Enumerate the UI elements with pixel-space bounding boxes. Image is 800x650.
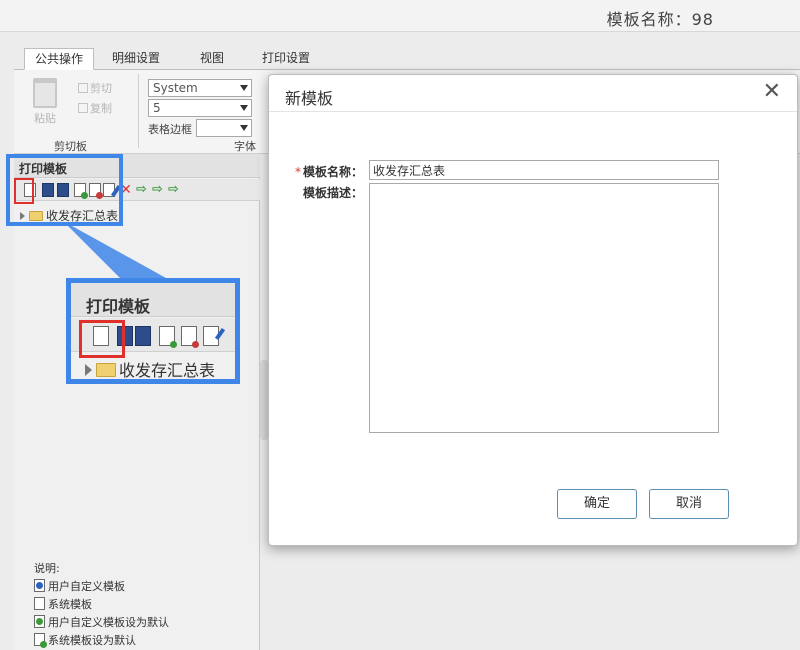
ribbon-tabs: 公共操作 明细设置 视图 打印设置 <box>14 48 800 70</box>
font-size-select[interactable]: 5 <box>148 99 252 117</box>
folder-icon <box>96 363 116 377</box>
edit-icon <box>203 326 219 346</box>
legend-item: 用户自定义模板 <box>34 578 169 596</box>
panel-splitter[interactable] <box>260 360 268 440</box>
legend-title: 说明: <box>34 562 60 575</box>
copy-template-icon[interactable]: ⇨ <box>168 183 180 197</box>
template-desc-label: 模板描述： <box>303 186 364 200</box>
import-icon[interactable]: ⇨ <box>136 183 148 197</box>
zoom-header: 打印模板 <box>71 283 235 317</box>
tab-print-settings[interactable]: 打印设置 <box>252 48 320 70</box>
zoom-title: 打印模板 <box>86 297 151 316</box>
copy-icon <box>78 103 88 113</box>
template-name-title: 模板名称：98 <box>606 10 714 29</box>
user-default-icon <box>34 615 45 628</box>
clipboard-group-label: 剪切板 <box>54 140 87 153</box>
cut-button[interactable]: 剪切 <box>78 80 112 96</box>
set-default-icon <box>159 326 177 348</box>
ribbon-divider <box>138 74 139 148</box>
new-template-dialog: 新模板 ✕ *模板名称： 模板描述： 确定 取消 <box>268 74 798 546</box>
template-name-input[interactable] <box>369 160 719 180</box>
cancel-default-icon <box>181 326 199 348</box>
dialog-divider <box>269 111 797 112</box>
save-as-icon <box>135 326 151 346</box>
legend-item: 用户自定义模板设为默认 <box>34 614 169 632</box>
clipboard-icon <box>33 78 57 108</box>
title-bar: 模板名称：98 <box>0 0 800 32</box>
zoomed-callout: 打印模板 收发存汇总表 <box>66 278 240 384</box>
dialog-title: 新模板 <box>285 89 334 108</box>
zoom-toolbar <box>71 318 235 358</box>
chevron-down-icon <box>240 85 248 91</box>
table-border-select[interactable] <box>196 119 252 137</box>
legend: 说明: 用户自定义模板 系统模板 用户自定义模板设为默认 系统模板设为默认 <box>34 560 169 650</box>
tab-common-operations[interactable]: 公共操作 <box>24 48 95 70</box>
cancel-button[interactable]: 取消 <box>649 489 729 519</box>
table-border-label: 表格边框 <box>148 123 192 136</box>
font-family-select[interactable]: System <box>148 79 252 97</box>
paste-button[interactable]: 粘贴 <box>28 78 62 126</box>
required-mark: * <box>295 165 301 179</box>
scissors-icon <box>78 83 88 93</box>
font-group-label: 字体 <box>234 140 256 153</box>
zoom-tree-item: 收发存汇总表 <box>85 357 215 379</box>
tab-detail-settings[interactable]: 明细设置 <box>102 48 170 70</box>
legend-item: 系统模板 <box>34 596 169 614</box>
highlight-new-icon-zoom <box>79 320 125 358</box>
system-template-icon <box>34 597 45 610</box>
highlight-new-icon <box>14 178 34 204</box>
ok-button[interactable]: 确定 <box>557 489 637 519</box>
tab-view[interactable]: 视图 <box>190 48 234 70</box>
user-template-icon <box>34 579 45 592</box>
close-icon[interactable]: ✕ <box>763 81 781 103</box>
paste-label: 粘贴 <box>34 112 56 125</box>
chevron-down-icon <box>240 125 248 131</box>
expand-arrow-icon <box>85 364 92 376</box>
chevron-down-icon <box>240 105 248 111</box>
template-desc-textarea[interactable] <box>369 183 719 433</box>
system-default-icon <box>34 633 47 648</box>
legend-item: 系统模板设为默认 <box>34 632 169 650</box>
template-name-label: * 模板名称： <box>295 165 364 179</box>
copy-button[interactable]: 复制 <box>78 100 112 116</box>
export-icon[interactable]: ⇨ <box>152 183 164 197</box>
